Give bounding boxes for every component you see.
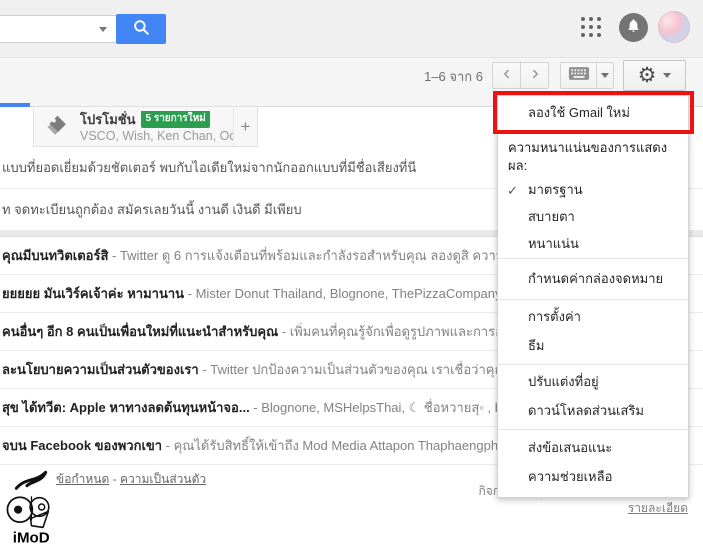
chevron-right-icon — [529, 67, 541, 85]
footer-separator: - — [112, 472, 117, 486]
tab-senders-preview: VSCO, Wish, Ken Chan, Odoo, Li... — [80, 128, 233, 143]
settings-gear-button[interactable]: ⚙ — [623, 60, 686, 91]
input-tools-button[interactable] — [560, 62, 597, 89]
apps-grid-icon[interactable] — [581, 17, 603, 39]
menu-item-density-standard[interactable]: ✓ มาตรฐาน — [498, 177, 688, 204]
newer-page-button[interactable] — [492, 62, 521, 89]
menu-item-help[interactable]: ความช่วยเหลือ — [498, 463, 688, 494]
menu-item-customize-address[interactable]: ปรับแต่งที่อยู่ — [498, 368, 688, 397]
footer-links: ข้อกำหนด - ความเป็นส่วนตัว — [56, 470, 206, 489]
caret-down-icon — [601, 73, 609, 78]
older-page-button[interactable] — [520, 62, 549, 89]
menu-item-configure-inbox[interactable]: กำหนดค่ากล่องจดหมาย — [498, 259, 688, 299]
new-items-badge: 5 รายการใหม่ — [141, 110, 210, 128]
terms-link[interactable]: ข้อกำหนด — [56, 472, 109, 486]
active-tab-indicator — [0, 103, 30, 107]
add-tab-button[interactable]: + — [233, 106, 258, 147]
search-dropdown-caret-icon[interactable] — [99, 27, 107, 32]
tab-title: โปรโมชั่น — [80, 111, 136, 127]
caret-down-icon — [663, 73, 672, 78]
menu-item-settings[interactable]: การตั้งค่า — [498, 303, 688, 332]
input-tools-dropdown-button[interactable] — [596, 62, 614, 89]
search-button[interactable] — [116, 14, 166, 44]
settings-menu: ลองใช้ Gmail ใหม่ ความหนาแน่นของการแสดงผ… — [493, 91, 694, 498]
svg-text:iMoD: iMoD — [13, 530, 50, 547]
gear-icon: ⚙ — [637, 63, 657, 87]
menu-item-try-new-gmail[interactable]: ลองใช้ Gmail ใหม่ — [493, 91, 694, 134]
menu-item-density-comfortable[interactable]: สบายตา — [498, 204, 688, 231]
menu-item-get-addons[interactable]: ดาวน์โหลดส่วนเสริม — [498, 397, 688, 426]
bell-icon — [626, 18, 641, 38]
keyboard-icon — [568, 66, 590, 86]
chevron-left-icon — [501, 67, 513, 85]
tab-promotions[interactable]: โปรโมชั่น 5 รายการใหม่ VSCO, Wish, Ken C… — [33, 106, 234, 147]
menu-density-header: ความหนาแน่นของการแสดงผล: — [508, 140, 668, 173]
menu-item-density-compact[interactable]: หนาแน่น — [498, 231, 688, 258]
menu-item-send-feedback[interactable]: ส่งข้อเสนอแนะ — [498, 433, 688, 463]
search-icon — [132, 18, 151, 40]
pagination-range: 1–6 จาก 6 — [424, 69, 483, 84]
menu-item-themes[interactable]: ธีม — [498, 332, 688, 361]
tag-icon — [44, 111, 70, 142]
privacy-link[interactable]: ความเป็นส่วนตัว — [120, 472, 206, 486]
details-link[interactable]: รายละเอียด — [628, 500, 688, 517]
profile-avatar[interactable] — [658, 11, 690, 43]
notifications-button[interactable] — [619, 13, 648, 42]
check-icon: ✓ — [507, 183, 518, 198]
